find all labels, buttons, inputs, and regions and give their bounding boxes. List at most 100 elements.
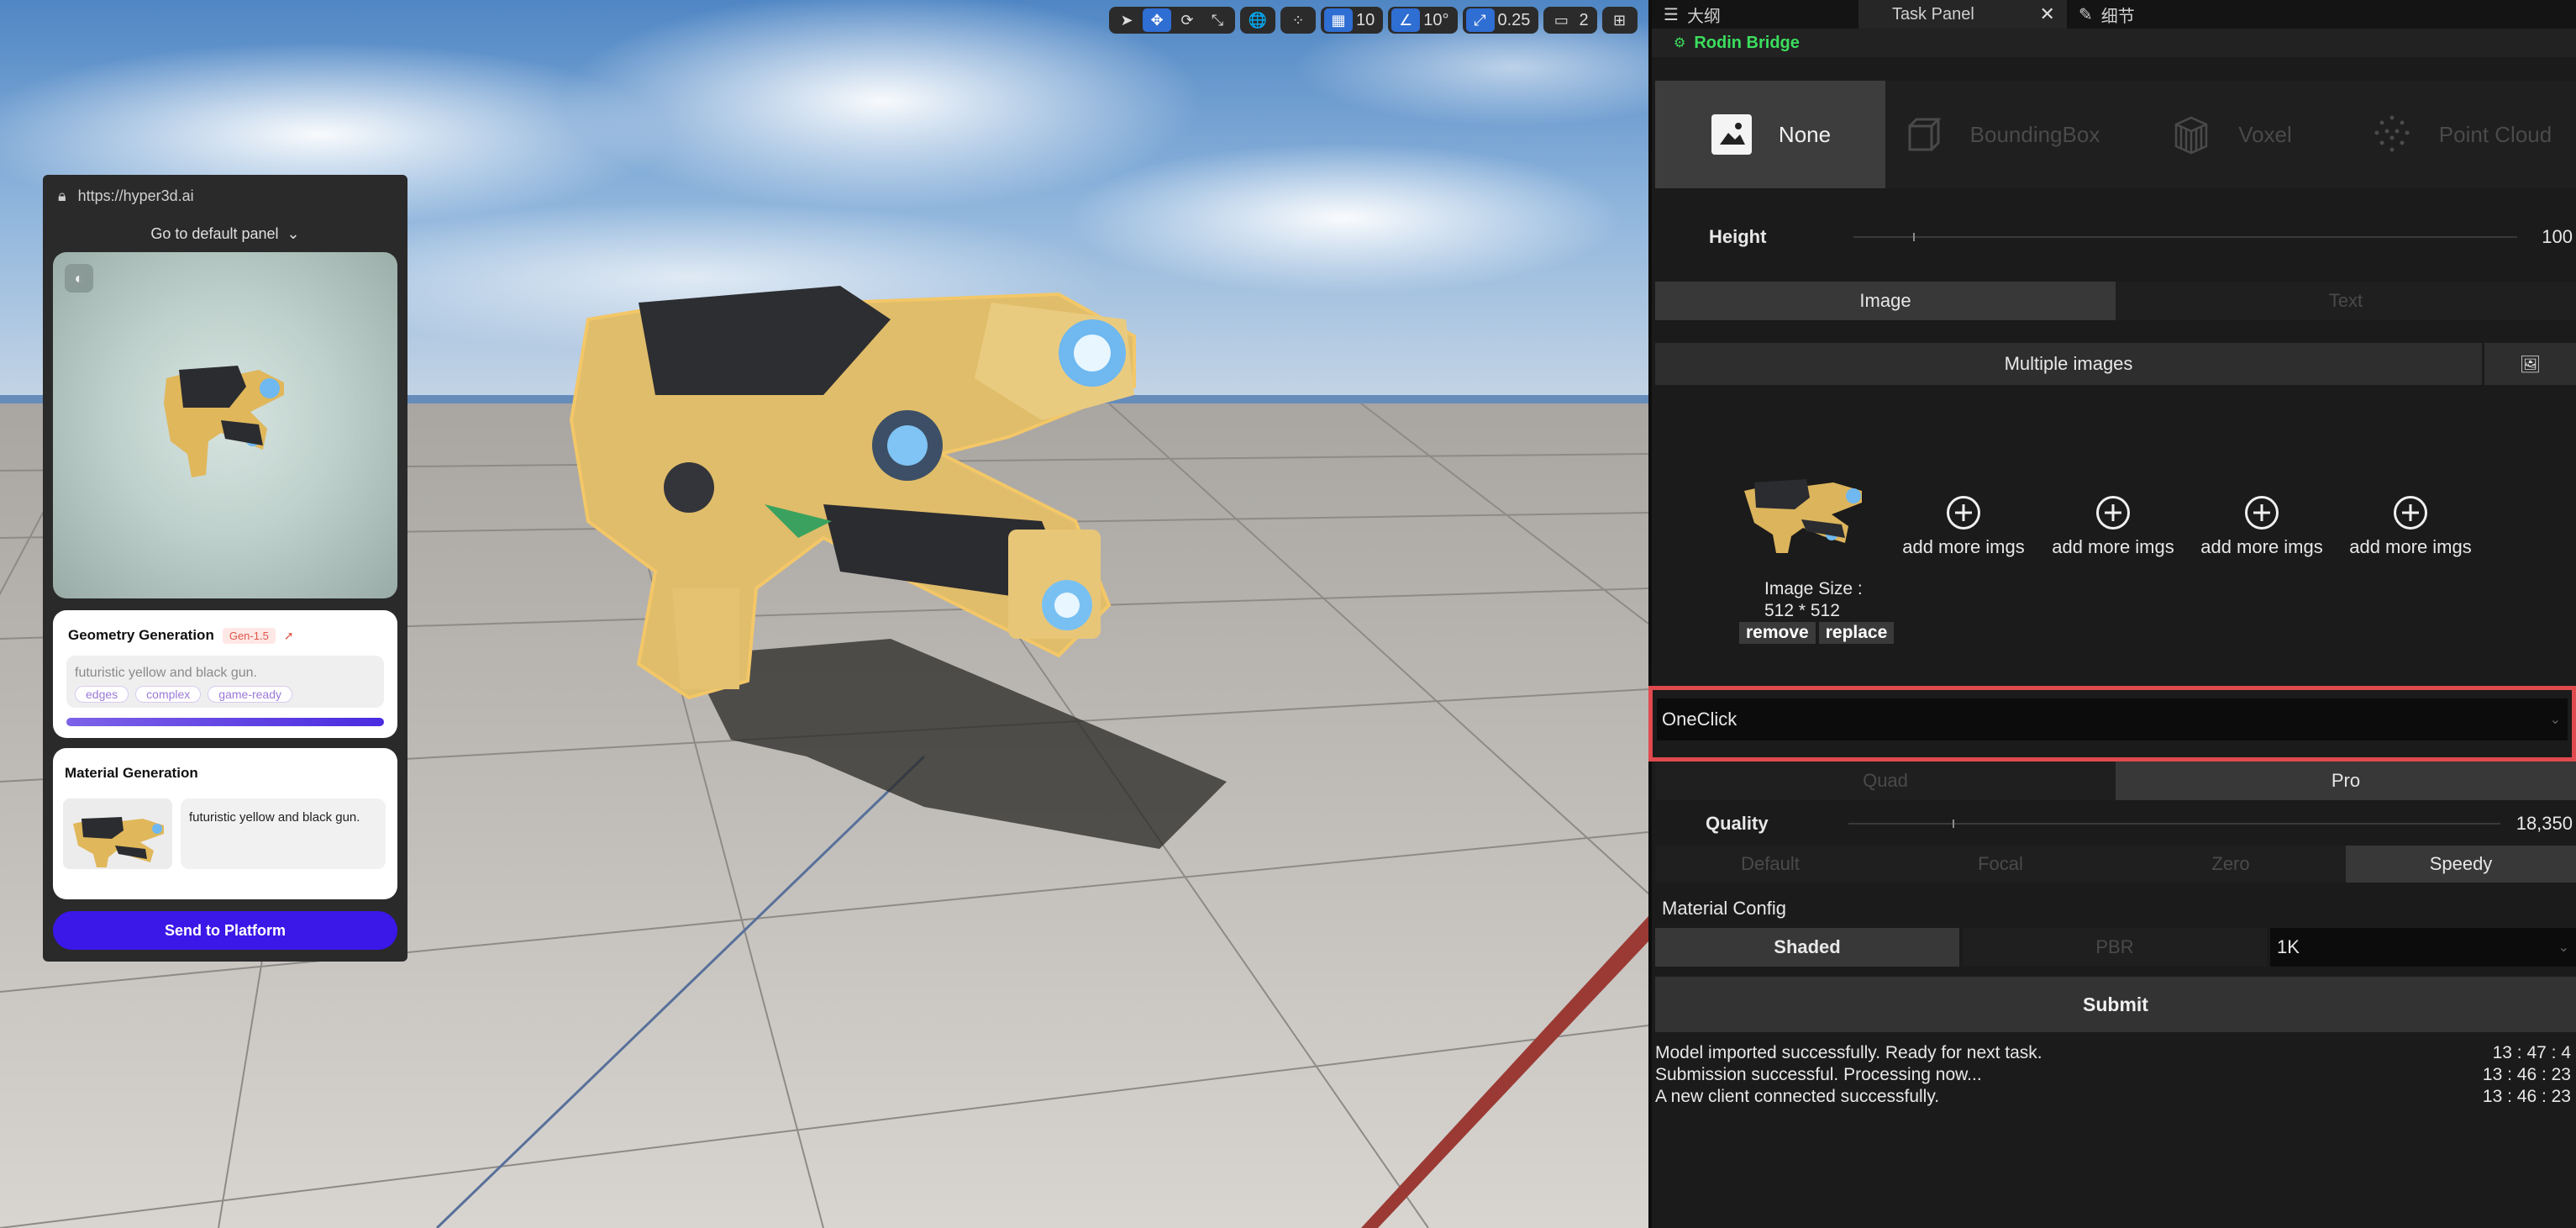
- tab-details-label: 细节: [2100, 7, 2135, 26]
- model-preview[interactable]: ◐: [53, 252, 397, 598]
- input-type-tabs: Image Text: [1655, 282, 2576, 320]
- multiple-images-bar: Multiple images 🖼︎: [1655, 343, 2576, 385]
- tab-focal[interactable]: Focal: [1885, 846, 2116, 883]
- viewport-toolbar: ➤ ✥ ⟳ ⤡ 🌐 ⁘ ▦ 10 ∠ 10° ⤢ 0.25 ▭ 2 ⊞: [1109, 7, 1638, 34]
- mode-voxel[interactable]: Voxel: [2116, 81, 2346, 188]
- image-size-label: Image Size :: [1764, 579, 1863, 598]
- scale-snap-icon[interactable]: ⤢: [1465, 8, 1495, 32]
- close-icon[interactable]: ✕: [2040, 3, 2055, 25]
- material-prompt[interactable]: futuristic yellow and black gun.: [181, 798, 386, 869]
- pipeline-dropdown[interactable]: OneClick ⌄: [1657, 698, 2568, 740]
- angle-snap-icon[interactable]: ∠: [1391, 8, 1421, 32]
- tab-default[interactable]: Default: [1655, 846, 1885, 883]
- globe-icon[interactable]: 🌐: [1243, 8, 1272, 32]
- height-label: Height: [1709, 226, 1767, 247]
- tag[interactable]: game-ready: [208, 686, 292, 703]
- quality-slider[interactable]: [1848, 820, 2500, 828]
- material-title: Material Generation: [65, 765, 198, 781]
- camera-speed-value[interactable]: 2: [1577, 11, 1593, 30]
- outline-icon: ☰: [1664, 5, 1679, 24]
- grid-snap-group[interactable]: ▦ 10: [1321, 7, 1384, 34]
- tab-image[interactable]: Image: [1655, 282, 2116, 320]
- surface-snap-icon[interactable]: ⁘: [1284, 8, 1312, 32]
- send-to-platform-button[interactable]: Send to Platform: [53, 911, 397, 950]
- height-value[interactable]: 100: [2517, 226, 2576, 248]
- log-entry: Submission successful. Processing now...…: [1655, 1064, 2571, 1086]
- add-circle-icon[interactable]: [2096, 496, 2130, 530]
- scale-snap-value[interactable]: 0.25: [1496, 11, 1536, 30]
- scale-tool-icon[interactable]: ⤡: [1203, 8, 1232, 32]
- pbr-option[interactable]: PBR: [1963, 928, 2267, 967]
- height-slider-handle[interactable]: [1913, 233, 1916, 241]
- log-entry: Model imported successfully. Ready for n…: [1655, 1042, 2571, 1064]
- dock-tabbar: ☰ 大纲 Task Panel ✕ ✎ 细节: [1652, 0, 2576, 29]
- log-message: A new client connected successfully.: [1655, 1087, 1940, 1106]
- mode-pointcloud[interactable]: Point Cloud: [2346, 81, 2576, 188]
- add-circle-icon[interactable]: [2394, 496, 2427, 530]
- camera-icon[interactable]: ▭: [1547, 8, 1575, 32]
- tab-speedy[interactable]: Speedy: [2346, 846, 2576, 883]
- log-time: 13 : 46 : 23: [2482, 1087, 2571, 1106]
- tab-quad[interactable]: Quad: [1655, 762, 2116, 800]
- tag[interactable]: complex: [135, 686, 202, 703]
- remove-button[interactable]: remove: [1739, 622, 1816, 644]
- add-circle-icon[interactable]: [2245, 496, 2279, 530]
- move-tool-icon[interactable]: ✥: [1143, 8, 1171, 32]
- image-size-info: Image Size : 512 * 512: [1764, 578, 1863, 622]
- height-slider[interactable]: [1853, 233, 2517, 241]
- mode-voxel-label: Voxel: [2238, 121, 2292, 147]
- pencil-icon: ✎: [2078, 5, 2093, 24]
- rotate-snap-group[interactable]: ∠ 10°: [1388, 7, 1458, 34]
- mode-none[interactable]: None: [1655, 81, 1885, 188]
- submit-button[interactable]: Submit: [1655, 977, 2576, 1032]
- image-upload-icon[interactable]: 🖼︎: [2482, 343, 2576, 385]
- resolution-dropdown[interactable]: 1K ⌄: [2270, 928, 2576, 967]
- tag[interactable]: edges: [75, 686, 129, 703]
- rotate-tool-icon[interactable]: ⟳: [1173, 8, 1201, 32]
- surface-snap-toggle[interactable]: ⁘: [1280, 7, 1316, 34]
- rotate-snap-value[interactable]: 10°: [1422, 11, 1454, 30]
- grid-snap-icon[interactable]: ▦: [1324, 8, 1353, 32]
- log-message: Submission successful. Processing now...: [1655, 1065, 1982, 1084]
- tab-zero[interactable]: Zero: [2116, 846, 2346, 883]
- goto-label: Go to default panel: [150, 224, 279, 242]
- uploaded-image-thumbnail[interactable]: [1736, 454, 1890, 560]
- plugin-title: Rodin Bridge: [1694, 33, 1800, 52]
- quality-slider-handle[interactable]: [1953, 820, 1955, 828]
- url-text: https://hyper3d.ai: [77, 187, 194, 204]
- viewport-layout-icon[interactable]: ⊞: [1606, 8, 1634, 32]
- add-image-slot[interactable]: add more imgs: [2190, 496, 2333, 558]
- lock-icon: 🔒︎: [58, 187, 66, 204]
- tab-text[interactable]: Text: [2116, 282, 2576, 320]
- mode-boundingbox[interactable]: BoundingBox: [1885, 81, 2116, 188]
- log-time: 13 : 47 : 4: [2492, 1043, 2571, 1062]
- goto-default-panel[interactable]: Go to default panel ⌄: [43, 217, 407, 250]
- image-size-value: 512 * 512: [1764, 601, 1840, 620]
- quality-value[interactable]: 18,350: [2500, 813, 2576, 835]
- tab-pro[interactable]: Pro: [2116, 762, 2576, 800]
- camera-speed-group[interactable]: ▭ 2: [1543, 7, 1597, 34]
- tier-tabs: Quad Pro: [1655, 762, 2576, 800]
- world-local-toggle[interactable]: 🌐: [1240, 7, 1275, 34]
- grid-snap-value[interactable]: 10: [1354, 11, 1380, 30]
- voxel-icon: [2174, 116, 2208, 155]
- geometry-prompt-box[interactable]: futuristic yellow and black gun. edges c…: [66, 656, 384, 708]
- scale-snap-group[interactable]: ⤢ 0.25: [1462, 7, 1539, 34]
- url-bar[interactable]: 🔒︎ https://hyper3d.ai: [43, 175, 407, 217]
- select-tool-icon[interactable]: ➤: [1112, 8, 1141, 32]
- shaded-option[interactable]: Shaded: [1655, 928, 1959, 967]
- add-image-slot[interactable]: add more imgs: [2042, 496, 2184, 558]
- layout-toggle[interactable]: ⊞: [1601, 7, 1638, 34]
- material-thumbnail[interactable]: [63, 798, 172, 869]
- tab-outline[interactable]: ☰ 大纲: [1652, 0, 1732, 29]
- point-cloud-icon: [2374, 115, 2410, 152]
- add-image-slot[interactable]: add more imgs: [2339, 496, 2482, 558]
- multiple-images-button[interactable]: Multiple images: [1655, 343, 2482, 385]
- add-circle-icon[interactable]: [1947, 496, 1980, 530]
- replace-button[interactable]: replace: [1818, 622, 1895, 644]
- pipeline-value: OneClick: [1662, 709, 1737, 730]
- add-image-slot[interactable]: add more imgs: [1892, 496, 2035, 558]
- level-viewport[interactable]: ➤ ✥ ⟳ ⤡ 🌐 ⁘ ▦ 10 ∠ 10° ⤢ 0.25 ▭ 2 ⊞ 🔒︎ h…: [0, 0, 1648, 1228]
- tab-task-panel[interactable]: Task Panel ✕: [1858, 0, 2067, 29]
- tab-details[interactable]: ✎ 细节: [2067, 0, 2147, 29]
